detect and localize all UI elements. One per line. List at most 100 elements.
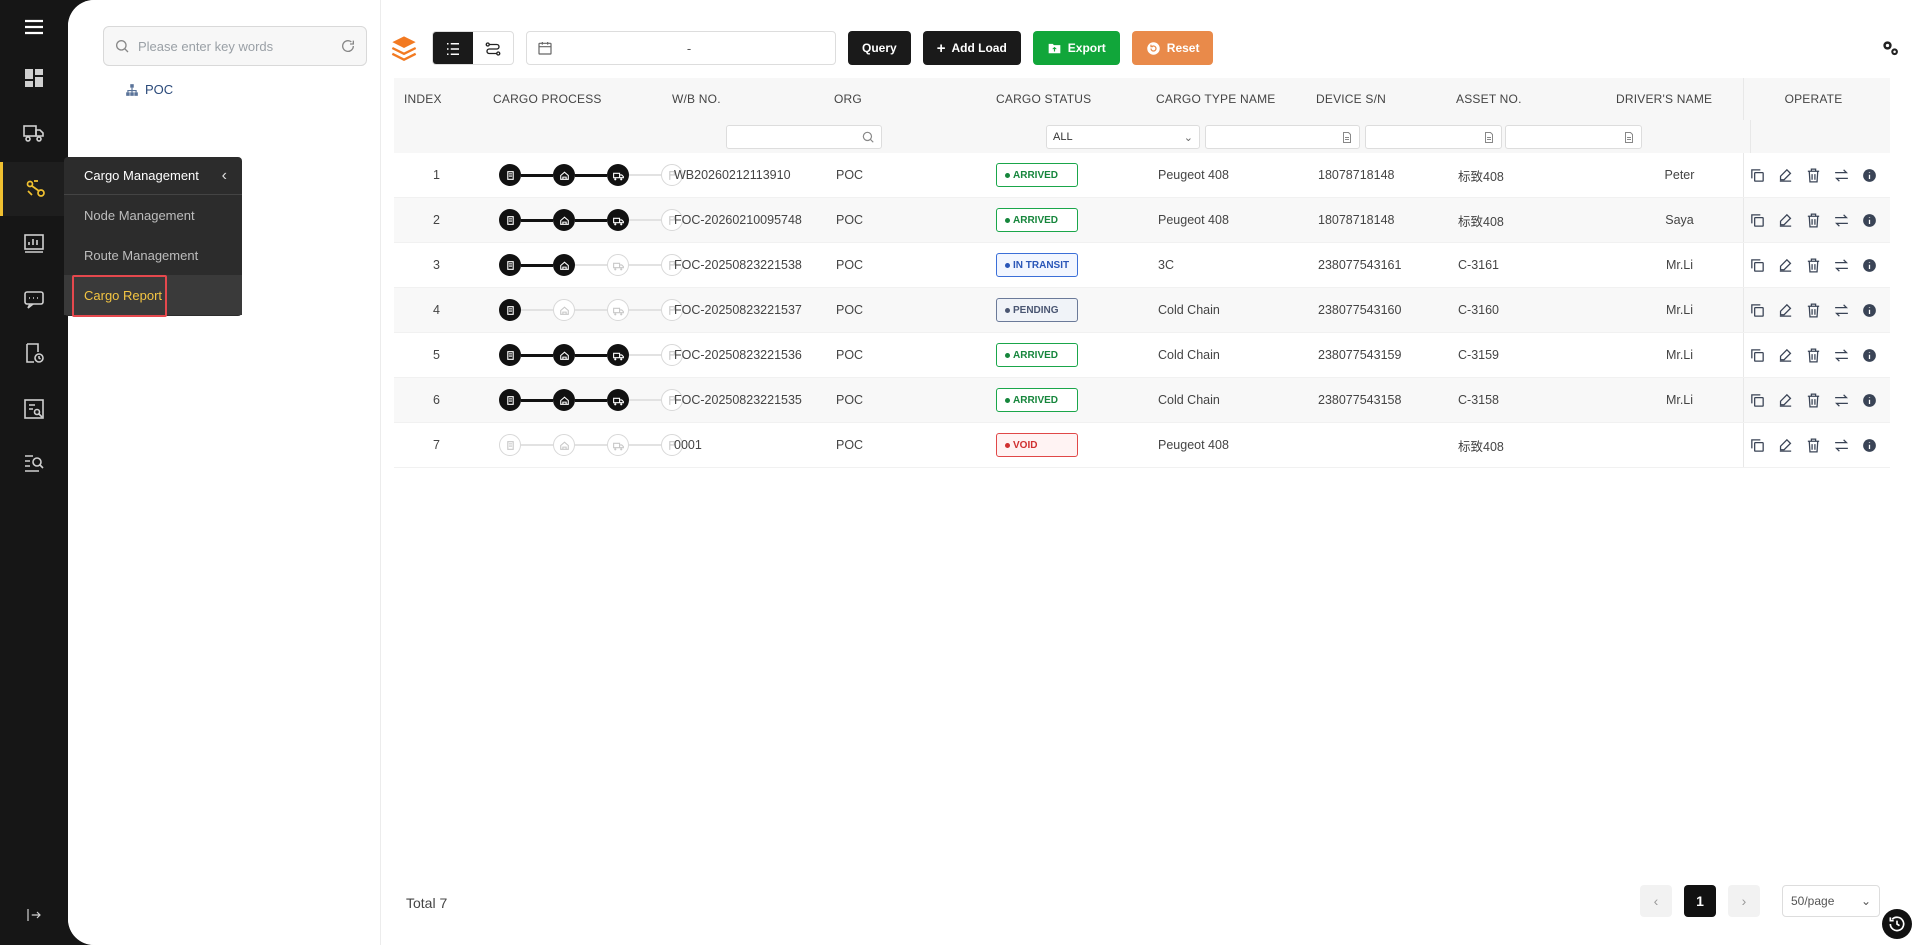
warehouse-step-icon <box>553 299 575 321</box>
route-view-button[interactable] <box>473 32 513 64</box>
delete-icon[interactable] <box>1805 212 1822 229</box>
dashboard-icon[interactable] <box>0 51 68 105</box>
transfer-icon[interactable] <box>1833 302 1850 319</box>
delete-icon[interactable] <box>1805 257 1822 274</box>
cell-index: 3 <box>433 258 440 272</box>
info-icon[interactable] <box>1861 212 1878 229</box>
menu-item-cargo-report[interactable]: Cargo Report <box>64 275 242 317</box>
copy-icon[interactable] <box>1749 392 1766 409</box>
cargo-route-icon[interactable] <box>0 162 68 216</box>
edit-icon[interactable] <box>1777 437 1794 454</box>
reset-button[interactable]: Reset <box>1131 31 1214 65</box>
status-dot <box>1005 217 1010 223</box>
chevron-left-icon[interactable]: ‹ <box>222 167 227 185</box>
info-icon[interactable] <box>1861 302 1878 319</box>
copy-icon[interactable] <box>1749 167 1766 184</box>
table-body: 1 WB20260212113910 POC ARRIVED Peugeot 4… <box>394 153 1890 468</box>
search-list-icon[interactable] <box>0 436 68 490</box>
query-button[interactable]: Query <box>848 31 911 65</box>
query-label: Query <box>862 41 897 55</box>
cell-org: POC <box>836 438 864 452</box>
edit-icon[interactable] <box>1777 212 1794 229</box>
tree-search[interactable]: Please enter key words <box>103 26 367 66</box>
menu-item-route-management[interactable]: Route Management <box>64 235 242 275</box>
export-button[interactable]: Export <box>1032 31 1120 65</box>
wb-filter-input[interactable] <box>726 125 882 149</box>
copy-icon[interactable] <box>1749 347 1766 364</box>
edit-icon[interactable] <box>1777 257 1794 274</box>
menu-item-node-management[interactable]: Node Management <box>64 195 242 235</box>
schedule-icon[interactable] <box>0 326 68 380</box>
delete-icon[interactable] <box>1805 437 1822 454</box>
settings-gear-icon[interactable] <box>1880 38 1900 58</box>
edit-icon[interactable] <box>1777 302 1794 319</box>
delete-icon[interactable] <box>1805 167 1822 184</box>
device-filter-input[interactable] <box>1365 125 1502 149</box>
doc-icon <box>1485 131 1493 143</box>
flyout-header[interactable]: Cargo Management ‹ <box>64 157 242 195</box>
table-row[interactable]: 5 FOC-20250823221536 POC ARRIVED Cold Ch… <box>394 333 1890 378</box>
info-icon[interactable] <box>1861 392 1878 409</box>
cell-org: POC <box>836 213 864 227</box>
truck-icon[interactable] <box>0 106 68 160</box>
asset-filter-input[interactable] <box>1505 125 1642 149</box>
delete-icon[interactable] <box>1805 302 1822 319</box>
date-range-picker[interactable]: - <box>526 31 836 65</box>
report-icon[interactable] <box>0 382 68 436</box>
table-row[interactable]: 3 FOC-20250823221538 POC IN TRANSIT 3C 2… <box>394 243 1890 288</box>
copy-icon[interactable] <box>1749 302 1766 319</box>
process-connector <box>629 264 661 266</box>
process-connector <box>521 398 553 402</box>
monitor-chart-icon[interactable] <box>0 216 68 270</box>
transfer-icon[interactable] <box>1833 392 1850 409</box>
message-icon[interactable] <box>0 272 68 326</box>
doc-icon <box>1625 131 1633 143</box>
table-row[interactable]: 7 0001 POC VOID Peugeot 408 标致408 <box>394 423 1890 468</box>
search-input[interactable]: Please enter key words <box>138 39 340 54</box>
prev-page-button[interactable]: ‹ <box>1640 885 1672 917</box>
status-text: VOID <box>1013 439 1038 451</box>
copy-icon[interactable] <box>1749 257 1766 274</box>
cargo-process-track <box>479 434 683 456</box>
history-icon[interactable] <box>1882 909 1912 939</box>
info-icon[interactable] <box>1861 437 1878 454</box>
page-1-button[interactable]: 1 <box>1684 885 1716 917</box>
page-size-select[interactable]: 50/page ⌄ <box>1782 885 1880 917</box>
cell-wb-no: FOC-20250823221535 <box>674 393 802 407</box>
table-row[interactable]: 1 WB20260212113910 POC ARRIVED Peugeot 4… <box>394 153 1890 198</box>
edit-icon[interactable] <box>1777 392 1794 409</box>
transfer-icon[interactable] <box>1833 167 1850 184</box>
status-filter-select[interactable]: ALL ⌄ <box>1046 125 1200 149</box>
next-page-button[interactable]: › <box>1728 885 1760 917</box>
list-view-button[interactable] <box>433 32 473 64</box>
refresh-icon[interactable] <box>340 38 356 54</box>
menu-icon[interactable] <box>0 0 68 54</box>
table-row[interactable]: 4 FOC-20250823221537 POC PENDING Cold Ch… <box>394 288 1890 333</box>
cargo-type-filter-input[interactable] <box>1205 125 1360 149</box>
info-icon[interactable] <box>1861 167 1878 184</box>
cell-driver: Saya <box>1665 213 1694 227</box>
transfer-icon[interactable] <box>1833 437 1850 454</box>
info-icon[interactable] <box>1861 347 1878 364</box>
transfer-icon[interactable] <box>1833 212 1850 229</box>
table-row[interactable]: 2 FOC-20260210095748 POC ARRIVED Peugeot… <box>394 198 1890 243</box>
tree-node-poc[interactable]: POC <box>125 82 173 97</box>
delete-icon[interactable] <box>1805 392 1822 409</box>
logout-icon[interactable] <box>0 888 68 942</box>
info-icon[interactable] <box>1861 257 1878 274</box>
delete-icon[interactable] <box>1805 347 1822 364</box>
copy-icon[interactable] <box>1749 437 1766 454</box>
copy-icon[interactable] <box>1749 212 1766 229</box>
layers-icon[interactable] <box>390 33 418 63</box>
cell-org: POC <box>836 348 864 362</box>
table-row[interactable]: 6 FOC-20250823221535 POC ARRIVED Cold Ch… <box>394 378 1890 423</box>
edit-icon[interactable] <box>1777 347 1794 364</box>
col-cargo-process: CARGO PROCESS <box>493 92 602 106</box>
edit-icon[interactable] <box>1777 167 1794 184</box>
cell-asset-no: 标致408 <box>1458 439 1504 454</box>
pagination: ‹ 1 › 50/page ⌄ <box>1640 885 1880 917</box>
transfer-icon[interactable] <box>1833 257 1850 274</box>
add-load-button[interactable]: + Add Load <box>922 31 1021 65</box>
transfer-icon[interactable] <box>1833 347 1850 364</box>
cell-wb-no: FOC-20260210095748 <box>674 213 802 227</box>
